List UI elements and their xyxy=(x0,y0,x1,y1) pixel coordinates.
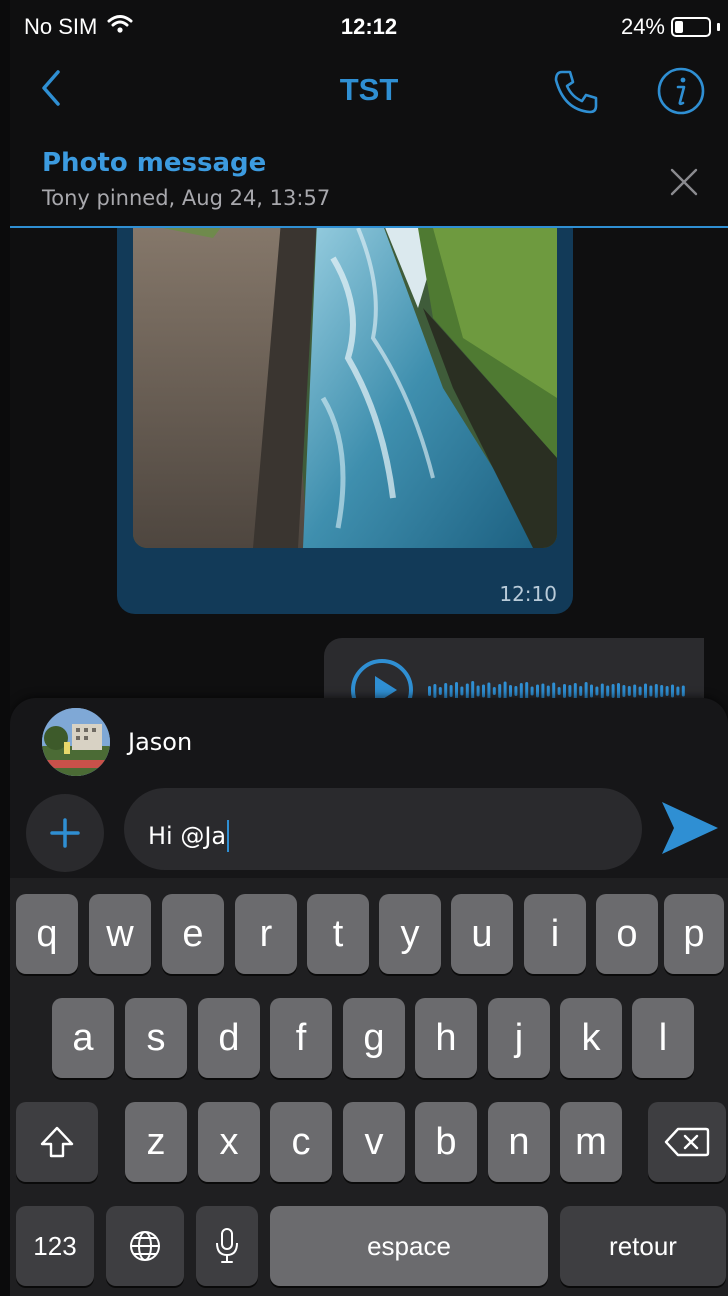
compose-panel: Jason Hi @Ja xyxy=(10,698,728,878)
microphone-key[interactable] xyxy=(196,1206,258,1286)
key-c[interactable]: c xyxy=(270,1102,332,1182)
call-button[interactable] xyxy=(550,66,602,118)
status-bar: No SIM 12:12 24% xyxy=(10,0,728,52)
microphone-icon xyxy=(216,1228,238,1263)
key-p[interactable]: p xyxy=(664,894,724,974)
avatar xyxy=(42,708,110,776)
play-icon xyxy=(351,659,413,698)
message-list[interactable]: 12:10 xyxy=(10,228,728,698)
key-n[interactable]: n xyxy=(488,1102,550,1182)
message-photo[interactable] xyxy=(133,228,557,548)
key-b[interactable]: b xyxy=(415,1102,477,1182)
keyboard: q w e r t y u i o p a s d f g h j k l z … xyxy=(10,878,728,1296)
key-l[interactable]: l xyxy=(632,998,694,1078)
info-button[interactable] xyxy=(656,66,706,116)
key-z[interactable]: z xyxy=(125,1102,187,1182)
backspace-key[interactable] xyxy=(648,1102,726,1182)
key-a[interactable]: a xyxy=(52,998,114,1078)
key-s[interactable]: s xyxy=(125,998,187,1078)
send-icon xyxy=(662,802,718,854)
key-m[interactable]: m xyxy=(560,1102,622,1182)
voice-message[interactable] xyxy=(324,638,704,698)
numbers-key[interactable]: 123 xyxy=(16,1206,94,1286)
key-d[interactable]: d xyxy=(198,998,260,1078)
pinned-title: Photo message xyxy=(42,148,267,178)
globe-key[interactable] xyxy=(106,1206,184,1286)
key-f[interactable]: f xyxy=(270,998,332,1078)
add-attachment-button[interactable] xyxy=(26,794,104,872)
key-e[interactable]: e xyxy=(162,894,224,974)
key-y[interactable]: y xyxy=(379,894,441,974)
battery-icon xyxy=(671,17,711,37)
pinned-message-bar[interactable]: Photo message Tony pinned, Aug 24, 13:57 xyxy=(10,138,728,228)
key-k[interactable]: k xyxy=(560,998,622,1078)
message-input-text: Hi @Ja xyxy=(148,820,230,852)
key-o[interactable]: o xyxy=(596,894,658,974)
send-button[interactable] xyxy=(660,798,720,858)
key-q[interactable]: q xyxy=(16,894,78,974)
photo-message[interactable]: 12:10 xyxy=(117,228,573,614)
key-v[interactable]: v xyxy=(343,1102,405,1182)
key-u[interactable]: u xyxy=(451,894,513,974)
message-input-value: Hi @Ja xyxy=(148,822,227,850)
globe-icon xyxy=(130,1231,160,1261)
key-r[interactable]: r xyxy=(235,894,297,974)
key-w[interactable]: w xyxy=(89,894,151,974)
play-button[interactable] xyxy=(350,658,414,698)
chat-screen: No SIM 12:12 24% TST Photo message Tony … xyxy=(10,0,728,1296)
plus-icon xyxy=(50,818,80,848)
status-right: 24% xyxy=(621,14,720,40)
key-t[interactable]: t xyxy=(307,894,369,974)
shift-icon xyxy=(40,1126,74,1158)
mention-suggestion-jason[interactable]: Jason xyxy=(10,698,728,784)
message-timestamp: 12:10 xyxy=(499,582,557,606)
chat-title[interactable]: TST xyxy=(10,72,728,108)
info-icon xyxy=(657,67,705,115)
phone-icon xyxy=(554,70,598,114)
nav-bar: TST xyxy=(10,52,728,138)
battery-percent: 24% xyxy=(620,14,665,39)
mention-name: Jason xyxy=(128,728,193,756)
key-j[interactable]: j xyxy=(488,998,550,1078)
close-pinned-button[interactable] xyxy=(664,162,704,202)
battery-tip xyxy=(717,23,720,31)
key-x[interactable]: x xyxy=(198,1102,260,1182)
pinned-subtitle: Tony pinned, Aug 24, 13:57 xyxy=(42,186,331,210)
shift-key[interactable] xyxy=(16,1102,98,1182)
space-key[interactable]: espace xyxy=(270,1206,548,1286)
key-g[interactable]: g xyxy=(343,998,405,1078)
key-h[interactable]: h xyxy=(415,998,477,1078)
close-icon xyxy=(670,168,698,196)
return-key[interactable]: retour xyxy=(560,1206,726,1286)
key-i[interactable]: i xyxy=(524,894,586,974)
audio-waveform xyxy=(428,681,685,698)
backspace-icon xyxy=(664,1127,710,1157)
text-caret xyxy=(227,820,230,852)
